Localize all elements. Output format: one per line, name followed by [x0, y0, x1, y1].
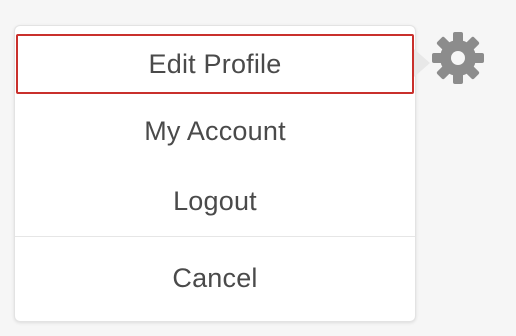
screen: Edit Profile My Account Logout Cancel	[0, 0, 516, 336]
menu-divider	[15, 236, 415, 237]
my-account-menu-item[interactable]: My Account	[15, 100, 415, 162]
gear-icon-graphic	[432, 32, 484, 84]
gear-icon[interactable]	[430, 30, 486, 86]
dropdown-menu: Edit Profile My Account Logout Cancel	[14, 25, 416, 322]
cancel-menu-item[interactable]: Cancel	[15, 246, 415, 310]
menu-pointer-caret	[414, 49, 430, 77]
logout-menu-item[interactable]: Logout	[15, 170, 415, 232]
edit-profile-menu-item[interactable]: Edit Profile	[16, 34, 414, 94]
